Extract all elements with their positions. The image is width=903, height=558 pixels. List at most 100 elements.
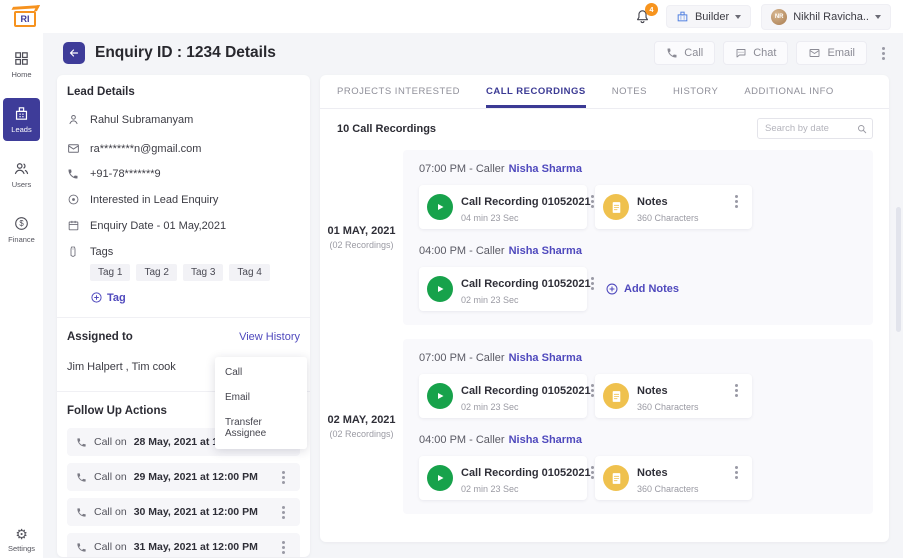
- notes-meta: 360 Characters: [637, 213, 699, 223]
- chat-button[interactable]: Chat: [723, 41, 788, 65]
- header-more-button[interactable]: [875, 42, 891, 64]
- recording-more-button[interactable]: [591, 379, 594, 401]
- tag-icon: [67, 245, 80, 258]
- recording-duration: 04 min 23 Sec: [461, 213, 591, 223]
- tab-additional-info[interactable]: ADDITIONAL INFO: [744, 75, 834, 108]
- topbar: RI 4 Builder NR Nikhil Ravi: [0, 0, 903, 33]
- sidebar-item-users[interactable]: Users: [3, 153, 40, 196]
- lead-interest: Interested in Lead Enquiry: [90, 194, 218, 206]
- recording-cards-row: Call Recording 01052021 02 min 23 Sec No…: [419, 456, 857, 500]
- call-button[interactable]: Call: [654, 41, 715, 65]
- kebab-icon: [735, 389, 738, 392]
- builder-menu[interactable]: Builder: [666, 5, 751, 28]
- profile-name: Nikhil Ravicha..: [793, 11, 869, 23]
- follow-up-row[interactable]: Call on 29 May, 2021 at 12:00 PM: [67, 463, 300, 491]
- lead-details-heading: Lead Details: [67, 86, 300, 98]
- sidebar-item-leads[interactable]: Leads: [3, 98, 40, 141]
- lead-enquiry-date-row: Enquiry Date - 01 May,2021: [67, 219, 300, 232]
- caller-name-link[interactable]: Nisha Sharma: [509, 163, 582, 175]
- lead-email-row: ra********n@gmail.com: [67, 142, 300, 155]
- kebab-icon: [591, 282, 594, 285]
- header-actions: Call Chat Email: [654, 41, 891, 65]
- sidebar-item-label: Users: [12, 180, 32, 189]
- play-button[interactable]: [427, 276, 453, 302]
- back-button[interactable]: [63, 42, 85, 64]
- follow-up-row[interactable]: Call on 30 May, 2021 at 12:00 PM: [67, 498, 300, 526]
- sidebar-item-label: Finance: [8, 235, 35, 244]
- email-button[interactable]: Email: [796, 41, 867, 65]
- recording-time-row: 04:00 PM - Caller Nisha Sharma: [419, 434, 857, 446]
- recording-more-button[interactable]: [591, 461, 594, 483]
- lead-email: ra********n@gmail.com: [90, 143, 201, 155]
- group-block: 07:00 PM - Caller Nisha Sharma Call Reco…: [403, 150, 873, 325]
- recording-group: 01 MAY, 2021 (02 Recordings) 07:00 PM - …: [320, 150, 889, 325]
- recording-more-button[interactable]: [591, 190, 594, 212]
- phone-icon: [76, 507, 87, 518]
- note-icon: [603, 383, 629, 409]
- sidebar-item-finance[interactable]: $ Finance: [3, 208, 40, 251]
- follow-up-action: Call on: [94, 436, 127, 448]
- notifications-button[interactable]: 4: [630, 5, 656, 29]
- search-icon: [856, 122, 868, 140]
- search-by-date: [757, 118, 873, 139]
- follow-up-more-button[interactable]: [275, 501, 291, 523]
- notes-more-button[interactable]: [728, 461, 744, 483]
- tag-chip[interactable]: Tag 1: [90, 264, 130, 281]
- tag-chips: Tag 1 Tag 2 Tag 3 Tag 4: [90, 264, 300, 281]
- call-recording-card: Call Recording 01052021 02 min 23 Sec: [419, 267, 587, 311]
- menu-item-transfer-assignee[interactable]: Transfer Assignee: [215, 410, 307, 446]
- follow-up-datetime: 29 May, 2021 at 12:00 PM: [134, 471, 258, 483]
- play-button[interactable]: [427, 194, 453, 220]
- recording-title: Call Recording 01052021: [461, 196, 591, 208]
- play-button[interactable]: [427, 383, 453, 409]
- tag-chip[interactable]: Tag 4: [229, 264, 269, 281]
- add-tag-button[interactable]: Tag: [90, 291, 300, 304]
- tag-chip[interactable]: Tag 3: [183, 264, 223, 281]
- notes-card: Notes 360 Characters: [595, 456, 752, 500]
- vertical-scrollbar[interactable]: [896, 207, 901, 332]
- sidebar-item-settings[interactable]: ⚙ Settings: [0, 528, 43, 553]
- tab-history[interactable]: HISTORY: [673, 75, 718, 108]
- note-icon: [603, 465, 629, 491]
- add-notes-button[interactable]: Add Notes: [605, 282, 679, 296]
- chat-button-label: Chat: [753, 47, 776, 59]
- app-logo[interactable]: RI: [12, 5, 42, 29]
- notes-card: Notes 360 Characters: [595, 185, 752, 229]
- follow-up-more-button[interactable]: [275, 466, 291, 488]
- lead-interest-row: Interested in Lead Enquiry: [67, 193, 300, 206]
- caller-name-link[interactable]: Nisha Sharma: [509, 245, 582, 257]
- lead-phone-row: +91-78*******9: [67, 168, 300, 180]
- sidebar-item-home[interactable]: Home: [3, 43, 40, 86]
- tag-chip[interactable]: Tag 2: [136, 264, 176, 281]
- phone-icon: [76, 472, 87, 483]
- menu-item-call[interactable]: Call: [215, 360, 307, 385]
- follow-up-more-button[interactable]: [275, 536, 291, 557]
- caller-name-link[interactable]: Nisha Sharma: [509, 352, 582, 364]
- kebab-icon: [282, 546, 285, 549]
- recording-time: 04:00 PM - Caller: [419, 434, 505, 446]
- play-button[interactable]: [427, 465, 453, 491]
- tab-projects-interested[interactable]: PROJECTS INTERESTED: [337, 75, 460, 108]
- view-history-link[interactable]: View History: [239, 331, 300, 343]
- notes-more-button[interactable]: [728, 190, 744, 212]
- tab-notes[interactable]: NOTES: [612, 75, 647, 108]
- building-icon: [13, 105, 30, 122]
- recordings-subheader: 10 Call Recordings: [320, 109, 889, 145]
- phone-icon: [67, 168, 80, 180]
- lead-phone: +91-78*******9: [90, 168, 161, 180]
- follow-up-row[interactable]: Call on 31 May, 2021 at 12:00 PM: [67, 533, 300, 557]
- divider: [57, 317, 310, 318]
- notes-more-button[interactable]: [728, 379, 744, 401]
- sidebar: Home Leads Users $ Finance ⚙ Settin: [0, 33, 43, 558]
- caller-name-link[interactable]: Nisha Sharma: [509, 434, 582, 446]
- profile-menu[interactable]: NR Nikhil Ravicha..: [761, 4, 891, 30]
- tab-call-recordings[interactable]: CALL RECORDINGS: [486, 75, 586, 108]
- menu-item-email[interactable]: Email: [215, 385, 307, 410]
- recording-duration: 02 min 23 Sec: [461, 295, 591, 305]
- recording-more-button[interactable]: [591, 272, 594, 294]
- call-recording-card: Call Recording 01052021 02 min 23 Sec: [419, 374, 587, 418]
- back-arrow-icon: [68, 47, 80, 59]
- recording-time: 07:00 PM - Caller: [419, 352, 505, 364]
- target-icon: [67, 193, 80, 206]
- phone-icon: [76, 437, 87, 448]
